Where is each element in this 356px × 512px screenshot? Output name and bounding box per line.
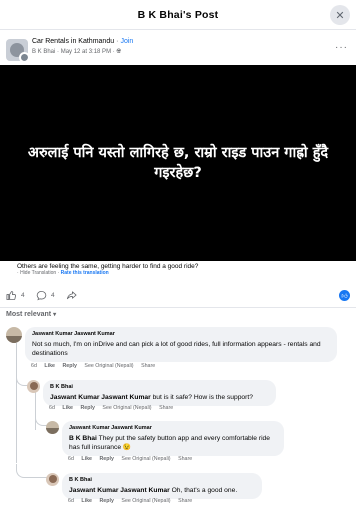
see-original-link[interactable]: See Original (Nepali) — [102, 405, 151, 411]
share-button[interactable]: Share — [178, 456, 192, 462]
comment-count: 4 — [51, 292, 55, 299]
comment-time[interactable]: 6d — [68, 456, 74, 462]
globe-icon: 🌐︎ — [116, 49, 122, 55]
author-avatar[interactable] — [19, 52, 28, 61]
post-author-link[interactable]: B K Bhai — [32, 49, 55, 55]
thread-connector — [16, 368, 28, 386]
share-button[interactable]: Share — [141, 363, 155, 369]
group-line: Car Rentals in Kathmandu · Join — [32, 38, 134, 45]
comment-text: B K Bhai They put the safety button app … — [69, 435, 270, 451]
thumbs-up-icon — [6, 291, 17, 301]
avatar[interactable] — [46, 473, 59, 486]
see-original-link[interactable]: See Original (Nepali) — [121, 498, 170, 504]
comment-time[interactable]: 6d — [68, 498, 74, 504]
sort-label: Most relevant — [6, 311, 52, 318]
avatar[interactable] — [6, 327, 22, 343]
comment-bubble: B K Bhai Jaswant Kumar Jaswant Kumar but… — [43, 380, 276, 406]
comment-author[interactable]: Jaswant Kumar Jaswant Kumar — [32, 331, 330, 337]
divider — [0, 307, 356, 308]
post-actions: 4 4 👍︎ — [6, 290, 350, 304]
comment-time[interactable]: 6d — [49, 405, 55, 411]
join-link[interactable]: Join — [120, 38, 133, 45]
share-icon — [66, 291, 77, 300]
post-meta: B K Bhai · May 12 at 3:18 PM · 🌐︎ — [32, 49, 122, 55]
mention-link[interactable]: Jaswant Kumar Jaswant Kumar — [69, 487, 170, 494]
comment-bubble: Jaswant Kumar Jaswant Kumar B K Bhai The… — [62, 421, 284, 456]
post-image[interactable]: अरुलाई पनि यस्तो लागिरहे छ, राम्रो राइड … — [0, 65, 356, 261]
comment-actions: 6d Like Reply See Original (Nepali) Shar… — [68, 456, 198, 462]
thread-connector — [35, 410, 47, 426]
see-original-link[interactable]: See Original (Nepali) — [121, 456, 170, 462]
see-original-link[interactable]: See Original (Nepali) — [84, 363, 133, 369]
share-button[interactable]: Share — [159, 405, 173, 411]
chevron-down-icon: ▾ — [53, 312, 57, 318]
comment-text: Jaswant Kumar Jaswant Kumar but is it sa… — [50, 394, 253, 401]
mention-link[interactable]: Jaswant Kumar Jaswant Kumar — [50, 394, 151, 401]
dialog-title: B K Bhai's Post — [137, 8, 219, 21]
like-reaction-icon: 👍︎ — [339, 290, 350, 301]
thread-line — [16, 343, 17, 463]
comment-text: Not so much, I'm on inDrive and can pick… — [32, 341, 321, 357]
share-action[interactable] — [66, 290, 81, 301]
translation-controls: · Hide Translation · Rate this translati… — [17, 270, 109, 276]
like-button[interactable]: Like — [81, 498, 92, 504]
sort-comments-dropdown[interactable]: Most relevant ▾ — [6, 311, 56, 318]
comment-author[interactable]: B K Bhai — [50, 384, 269, 390]
reply-button[interactable]: Reply — [99, 498, 113, 504]
translated-text: Others are feeling the same, getting har… — [17, 263, 199, 270]
reply-button[interactable]: Reply — [99, 456, 113, 462]
more-options-icon[interactable]: ··· — [335, 42, 348, 53]
comment-action[interactable]: 4 — [36, 290, 55, 301]
comment-actions: 6d Like Reply See Original (Nepali) Shar… — [68, 498, 198, 504]
thread-connector — [16, 464, 48, 478]
like-action[interactable]: 4 — [6, 290, 25, 301]
close-icon[interactable]: ✕ — [330, 5, 350, 25]
post-image-caption: अरुलाई पनि यस्तो लागिरहे छ, राम्रो राइड … — [27, 145, 329, 181]
comment-time[interactable]: 6d — [31, 363, 37, 369]
comment-bubble: Jaswant Kumar Jaswant Kumar Not so much,… — [25, 327, 337, 362]
mention-link[interactable]: B K Bhai — [69, 435, 97, 442]
comment-bubble: B K Bhai Jaswant Kumar Jaswant Kumar Oh,… — [62, 473, 262, 499]
post-date-link[interactable]: May 12 at 3:18 PM — [61, 49, 111, 55]
comment-actions: 6d Like Reply See Original (Nepali) Shar… — [49, 405, 179, 411]
reply-button[interactable]: Reply — [80, 405, 94, 411]
comment-text: Jaswant Kumar Jaswant Kumar Oh, that's a… — [69, 487, 238, 494]
post-header: Car Rentals in Kathmandu · Join B K Bhai ·… — [6, 36, 350, 64]
rate-translation-link[interactable]: Rate this translation — [61, 270, 109, 276]
dialog-header: B K Bhai's Post ✕ — [0, 0, 356, 30]
like-button[interactable]: Like — [44, 363, 55, 369]
hide-translation-link[interactable]: · Hide Translation — [17, 270, 56, 276]
comment-icon — [36, 290, 47, 301]
avatar[interactable] — [46, 421, 59, 434]
comment-actions: 6d Like Reply See Original (Nepali) Shar… — [31, 363, 161, 369]
comment-author[interactable]: Jaswant Kumar Jaswant Kumar — [69, 425, 277, 431]
group-avatar[interactable] — [6, 39, 28, 61]
share-button[interactable]: Share — [178, 498, 192, 504]
avatar[interactable] — [27, 380, 40, 393]
group-name-link[interactable]: Car Rentals in Kathmandu — [32, 38, 114, 45]
like-count: 4 — [21, 292, 25, 299]
like-button[interactable]: Like — [62, 405, 73, 411]
like-button[interactable]: Like — [81, 456, 92, 462]
reply-button[interactable]: Reply — [62, 363, 76, 369]
comment-author[interactable]: B K Bhai — [69, 477, 255, 483]
